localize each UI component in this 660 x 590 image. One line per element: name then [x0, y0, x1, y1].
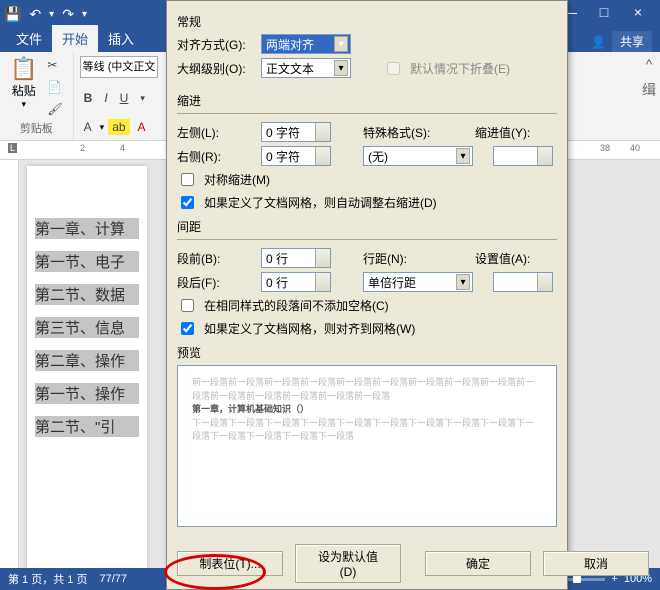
tab-insert[interactable]: 插入: [98, 25, 144, 52]
section-spacing-label: 间距: [177, 218, 557, 235]
preview-box: 前一段落前一段落前一段落前一段落前一段落前一段落前一段落前一段落前一段落前一段落…: [177, 365, 557, 527]
doc-line[interactable]: 第一节、操作: [35, 383, 139, 404]
collapse-label: 默认情况下折叠(E): [410, 60, 510, 77]
collapse-checkbox: [387, 62, 400, 75]
snap-to-grid-label: 如果定义了文档网格，则对齐到网格(W): [204, 320, 415, 337]
doc-line[interactable]: 第二节、数据: [35, 284, 139, 305]
font-name-combo[interactable]: 等线 (中文正文: [80, 56, 158, 78]
preview-filler-before: 前一段落前一段落前一段落前一段落前一段落前一段落前一段落前一段落前一段落前一段落…: [192, 376, 542, 403]
undo-icon[interactable]: ↶: [29, 6, 41, 23]
indent-right-label: 右侧(R):: [177, 148, 255, 165]
quick-access-toolbar: 💾 ↶ ▾ ↷ ▾: [4, 6, 87, 23]
word-count[interactable]: 77/77: [99, 573, 127, 585]
section-indent-label: 缩进: [177, 92, 557, 109]
share-button[interactable]: 共享: [612, 31, 652, 52]
doc-line[interactable]: 第二章、操作: [35, 350, 139, 371]
line-spacing-combo[interactable]: 单倍行距: [363, 272, 473, 292]
indent-by-spinner[interactable]: [493, 146, 553, 166]
font-more-icon[interactable]: ▾: [136, 91, 149, 106]
no-space-same-style-checkbox[interactable]: [181, 299, 194, 312]
bold-button[interactable]: B: [80, 89, 97, 107]
space-before-label: 段前(B):: [177, 250, 255, 267]
indent-right-spinner[interactable]: 0 字符: [261, 146, 331, 166]
paste-label: 粘贴: [12, 82, 36, 99]
doc-line[interactable]: 第一节、电子: [35, 251, 139, 272]
account-icon[interactable]: 👤: [591, 35, 606, 49]
outline-level-label: 大纲级别(O):: [177, 60, 255, 77]
font-effects-button[interactable]: A: [80, 118, 96, 136]
indent-left-label: 左侧(L):: [177, 124, 255, 141]
font-effects-dropdown[interactable]: ▾: [100, 122, 105, 133]
mirror-indent-checkbox[interactable]: [181, 173, 194, 186]
cancel-button[interactable]: 取消: [543, 551, 649, 576]
ribbon-extra-icon[interactable]: 缉: [642, 80, 656, 100]
ribbon-group-font: 等线 (中文正文 B I U ▾ A ▾ ab A: [74, 52, 173, 140]
tab-file[interactable]: 文件: [6, 25, 52, 52]
tab-home[interactable]: 开始: [52, 25, 98, 52]
auto-right-indent-checkbox[interactable]: [181, 196, 194, 209]
section-general-label: 常规: [177, 13, 557, 30]
page-indicator[interactable]: 第 1 页，共 1 页: [8, 571, 87, 587]
outline-level-combo[interactable]: 正文文本: [261, 58, 351, 78]
set-default-button[interactable]: 设为默认值(D): [295, 544, 401, 583]
undo-dropdown-icon[interactable]: ▾: [49, 9, 54, 20]
font-color-button[interactable]: A: [134, 118, 150, 136]
paste-button[interactable]: 📋 粘贴 ▾: [6, 54, 41, 118]
indent-left-spinner[interactable]: 0 字符: [261, 122, 331, 142]
paste-dropdown-icon[interactable]: ▾: [21, 99, 26, 110]
paragraph-dialog: 常规 对齐方式(G): 两端对齐 大纲级别(O): 正文文本 默认情况下折叠(E…: [166, 0, 568, 590]
doc-line[interactable]: 第三节、信息: [35, 317, 139, 338]
highlight-button[interactable]: ab: [108, 119, 129, 135]
snap-to-grid-checkbox[interactable]: [181, 322, 194, 335]
underline-button[interactable]: U: [116, 89, 133, 107]
close-icon[interactable]: ×: [626, 4, 650, 24]
space-after-label: 段后(F):: [177, 274, 255, 291]
indent-by-label: 缩进值(Y):: [475, 124, 545, 141]
ruler-tab-selector[interactable]: L: [8, 143, 17, 153]
special-indent-combo[interactable]: (无): [363, 146, 473, 166]
mirror-indent-label: 对称缩进(M): [204, 171, 270, 188]
preview-sample-text: 第一章，计算机基础知识（）: [192, 403, 542, 417]
paste-icon: 📋: [10, 56, 37, 82]
ok-button[interactable]: 确定: [425, 551, 531, 576]
italic-button[interactable]: I: [100, 89, 111, 107]
no-space-same-style-label: 在相同样式的段落间不添加空格(C): [204, 297, 389, 314]
redo-icon[interactable]: ↷: [62, 6, 74, 23]
section-preview-label: 预览: [177, 344, 557, 361]
alignment-combo[interactable]: 两端对齐: [261, 34, 351, 54]
copy-button[interactable]: 📄: [43, 78, 66, 96]
save-icon[interactable]: 💾: [4, 6, 21, 23]
ribbon-group-clipboard: 📋 粘贴 ▾ ✂ 📄 🖌 剪贴板: [0, 52, 74, 140]
doc-line[interactable]: 第二节、"引: [35, 416, 139, 437]
special-indent-label: 特殊格式(S):: [363, 124, 433, 141]
space-after-spinner[interactable]: 0 行: [261, 272, 331, 292]
line-spacing-label: 行距(N):: [363, 250, 433, 267]
spacing-at-spinner[interactable]: [493, 272, 553, 292]
tabs-button[interactable]: 制表位(T)...: [177, 551, 283, 576]
format-painter-button[interactable]: 🖌: [43, 100, 66, 118]
dialog-button-bar: 制表位(T)... 设为默认值(D) 确定 取消: [167, 544, 567, 583]
qat-more-icon[interactable]: ▾: [82, 9, 87, 20]
preview-filler-after: 下一段落下一段落下一段落下一段落下一段落下一段落下一段落下一段落下一段落下一段落…: [192, 417, 542, 444]
doc-line[interactable]: 第一章、计算: [35, 218, 139, 239]
maximize-icon[interactable]: □: [592, 4, 616, 24]
document-page[interactable]: 第一章、计算 第一节、电子 第二节、数据 第三节、信息 第二章、操作 第一节、操…: [27, 166, 147, 576]
alignment-label: 对齐方式(G):: [177, 36, 255, 53]
auto-right-indent-label: 如果定义了文档网格，则自动调整右缩进(D): [204, 194, 437, 211]
space-before-spinner[interactable]: 0 行: [261, 248, 331, 268]
clipboard-group-label: 剪贴板: [6, 120, 67, 138]
cut-button[interactable]: ✂: [43, 56, 66, 74]
ribbon-collapse-icon[interactable]: ^: [646, 56, 653, 72]
vertical-ruler[interactable]: [0, 160, 19, 570]
spacing-at-label: 设置值(A):: [475, 250, 545, 267]
